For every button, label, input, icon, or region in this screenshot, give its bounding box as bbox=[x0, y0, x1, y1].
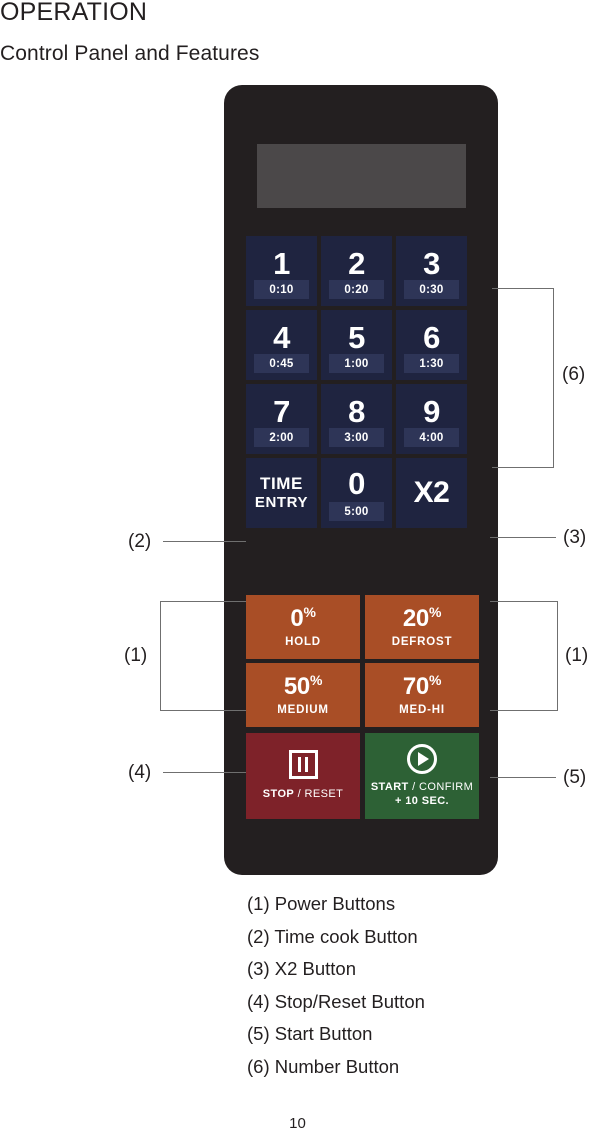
callout-leader-4 bbox=[163, 772, 246, 773]
number-key-1[interactable]: 1 0:10 bbox=[246, 236, 317, 306]
callout-label-5: (5) bbox=[563, 767, 587, 788]
power-buttons-group: 0% HOLD 20% DEFROST 50% MEDIUM 70% MED-H… bbox=[246, 595, 479, 731]
power-sublabel: DEFROST bbox=[391, 635, 453, 648]
callout-bracket-6 bbox=[492, 288, 554, 468]
legend-item-2: (2) Time cook Button bbox=[247, 925, 418, 947]
number-key-5[interactable]: 5 1:00 bbox=[321, 310, 392, 380]
power-percent: 0% bbox=[290, 603, 316, 632]
callout-label-4: (4) bbox=[128, 762, 152, 783]
number-key-2[interactable]: 2 0:20 bbox=[321, 236, 392, 306]
number-key-time: 0:20 bbox=[329, 280, 384, 299]
callout-bracket-1-right bbox=[490, 601, 558, 711]
number-key-9[interactable]: 9 4:00 bbox=[396, 384, 467, 454]
power-row: 0% HOLD 20% DEFROST bbox=[246, 595, 479, 659]
number-key-digit: 0 bbox=[348, 466, 365, 501]
number-key-time: 0:30 bbox=[404, 280, 459, 299]
number-keypad: 1 0:10 2 0:20 3 0:30 4 0:45 5 1:00 6 1:3… bbox=[246, 236, 479, 532]
callout-label-1-left: (1) bbox=[124, 645, 148, 666]
power-button-defrost[interactable]: 20% DEFROST bbox=[365, 595, 479, 659]
power-sublabel: MED-HI bbox=[399, 703, 445, 716]
action-buttons-group: STOP / RESET START / CONFIRM + 10 SEC. bbox=[246, 733, 479, 819]
number-key-time: 5:00 bbox=[329, 502, 384, 521]
power-row: 50% MEDIUM 70% MED-HI bbox=[246, 663, 479, 727]
number-key-digit: 2 bbox=[348, 246, 365, 281]
start-confirm-label: START / CONFIRM bbox=[370, 780, 474, 793]
callout-leader-5 bbox=[490, 777, 556, 778]
number-key-7[interactable]: 7 2:00 bbox=[246, 384, 317, 454]
power-percent: 20% bbox=[402, 603, 442, 632]
number-key-time: 1:30 bbox=[404, 354, 459, 373]
callout-label-2: (2) bbox=[128, 531, 152, 552]
number-key-8[interactable]: 8 3:00 bbox=[321, 384, 392, 454]
time-entry-label-line2: ENTRY bbox=[254, 493, 309, 511]
number-key-digit: 9 bbox=[423, 394, 440, 429]
number-key-digit: 1 bbox=[273, 246, 290, 281]
number-key-digit: 3 bbox=[423, 246, 440, 281]
number-key-digit: 4 bbox=[273, 320, 290, 355]
control-panel-illustration: 1 0:10 2 0:20 3 0:30 4 0:45 5 1:00 6 1:3… bbox=[224, 85, 498, 875]
section-subtitle: Control Panel and Features bbox=[0, 42, 260, 65]
start-confirm-button[interactable]: START / CONFIRM + 10 SEC. bbox=[365, 733, 479, 819]
number-key-digit: 6 bbox=[423, 320, 440, 355]
number-key-time: 4:00 bbox=[404, 428, 459, 447]
callout-label-3: (3) bbox=[563, 527, 587, 548]
power-sublabel: HOLD bbox=[285, 635, 321, 648]
callout-label-1-right: (1) bbox=[565, 645, 589, 666]
page-title: OPERATION bbox=[0, 0, 148, 26]
keypad-row: 4 0:45 5 1:00 6 1:30 bbox=[246, 310, 479, 380]
number-key-time: 0:10 bbox=[254, 280, 309, 299]
legend-item-5: (5) Start Button bbox=[247, 1023, 373, 1044]
keypad-row: TIME ENTRY 0 5:00 X2 bbox=[246, 458, 479, 528]
number-key-digit: 5 bbox=[348, 320, 365, 355]
number-key-time: 3:00 bbox=[329, 428, 384, 447]
number-key-time: 1:00 bbox=[329, 354, 384, 373]
power-percent: 70% bbox=[402, 671, 442, 700]
stop-reset-button[interactable]: STOP / RESET bbox=[246, 733, 360, 819]
number-key-time: 2:00 bbox=[254, 428, 309, 447]
legend-list: (1) Power Buttons (2) Time cook Button (… bbox=[247, 888, 577, 1083]
legend-item-6: (6) Number Button bbox=[247, 1055, 400, 1077]
legend-item-3: (3) X2 Button bbox=[247, 958, 357, 979]
number-key-3[interactable]: 3 0:30 bbox=[396, 236, 467, 306]
keypad-row: 7 2:00 8 3:00 9 4:00 bbox=[246, 384, 479, 454]
callout-leader-3 bbox=[490, 537, 556, 538]
legend-item-1: (1) Power Buttons bbox=[247, 893, 396, 914]
time-entry-label-line1: TIME bbox=[259, 474, 303, 494]
power-percent: 50% bbox=[283, 671, 323, 700]
x2-button[interactable]: X2 bbox=[396, 458, 467, 528]
legend-item-4: (4) Stop/Reset Button bbox=[247, 990, 425, 1012]
power-button-medium[interactable]: 50% MEDIUM bbox=[246, 663, 360, 727]
stop-reset-label: STOP / RESET bbox=[262, 788, 344, 801]
callout-label-6: (6) bbox=[562, 364, 586, 385]
number-key-time: 0:45 bbox=[254, 354, 309, 373]
page-number: 10 bbox=[289, 1115, 306, 1132]
number-key-0[interactable]: 0 5:00 bbox=[321, 458, 392, 528]
callout-bracket-1-left bbox=[160, 601, 246, 711]
number-key-4[interactable]: 4 0:45 bbox=[246, 310, 317, 380]
power-button-med-hi[interactable]: 70% MED-HI bbox=[365, 663, 479, 727]
keypad-row: 1 0:10 2 0:20 3 0:30 bbox=[246, 236, 479, 306]
x2-label: X2 bbox=[413, 476, 450, 509]
number-key-digit: 7 bbox=[273, 394, 290, 429]
number-key-digit: 8 bbox=[348, 394, 365, 429]
power-button-hold[interactable]: 0% HOLD bbox=[246, 595, 360, 659]
start-confirm-label-line2: + 10 SEC. bbox=[394, 794, 450, 807]
power-sublabel: MEDIUM bbox=[277, 703, 329, 716]
time-entry-button[interactable]: TIME ENTRY bbox=[246, 458, 317, 528]
number-key-6[interactable]: 6 1:30 bbox=[396, 310, 467, 380]
pause-icon bbox=[288, 750, 318, 780]
display-screen bbox=[257, 144, 466, 208]
callout-leader-2 bbox=[163, 541, 246, 542]
manual-page: OPERATION Control Panel and Features 1 0… bbox=[0, 0, 595, 1135]
play-icon bbox=[407, 743, 437, 774]
